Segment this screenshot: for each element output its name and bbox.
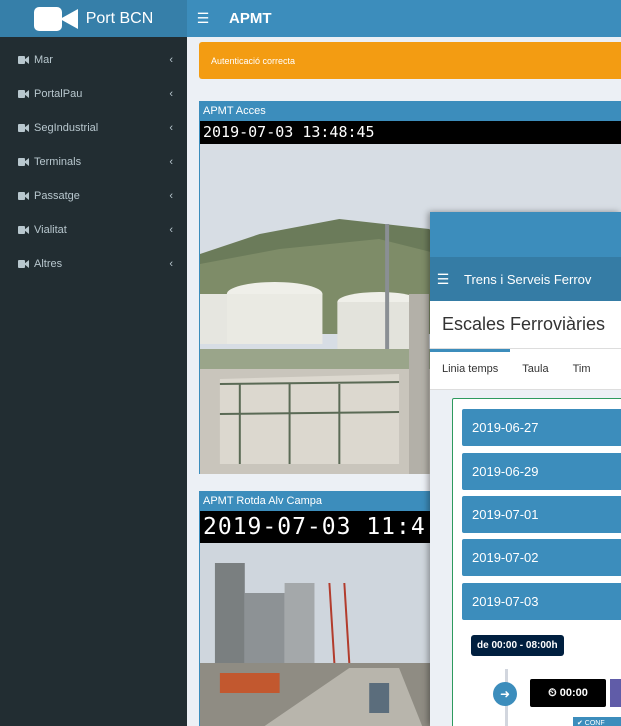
date-row[interactable]: 2019-07-02 xyxy=(462,539,621,576)
overlay-navbar: ☰ Trens i Serveis Ferrov xyxy=(430,257,621,301)
sidebar-item-label: SegIndustrial xyxy=(34,122,99,134)
date-row[interactable]: 2019-06-29 xyxy=(462,453,621,490)
chevron-left-icon: ‹ xyxy=(169,224,173,236)
action-button[interactable] xyxy=(610,679,621,707)
tab-timeline[interactable]: Tim xyxy=(561,349,603,390)
video-camera-icon xyxy=(18,192,29,200)
sidebar-item-altres[interactable]: Altres ‹ xyxy=(0,247,187,281)
sidebar-menu: Mar ‹ PortalPau ‹ SegIndustrial ‹ Termin… xyxy=(0,43,187,281)
hamburger-icon[interactable]: ☰ xyxy=(430,271,456,288)
sidebar-item-segindustrial[interactable]: SegIndustrial ‹ xyxy=(0,111,187,145)
date-row[interactable]: 2019-07-01 xyxy=(462,496,621,533)
sidebar-item-label: Passatge xyxy=(34,190,80,202)
app-root: Port BCN Mar ‹ PortalPau ‹ SegIndustrial… xyxy=(0,0,621,726)
date-row[interactable]: 2019-07-03 xyxy=(462,583,621,620)
brand-title: Port BCN xyxy=(85,9,154,27)
sidebar-item-terminals[interactable]: Terminals ‹ xyxy=(0,145,187,179)
overlay-header xyxy=(430,212,621,257)
sidebar: Port BCN Mar ‹ PortalPau ‹ SegIndustrial… xyxy=(0,0,187,726)
chevron-left-icon: ‹ xyxy=(169,54,173,66)
time-chip: ⏲ 00:00 xyxy=(530,679,606,707)
video-camera-icon xyxy=(18,260,29,268)
time-range-label: de 00:00 - 08:00h xyxy=(471,635,564,656)
chevron-left-icon: ‹ xyxy=(169,258,173,270)
chevron-left-icon: ‹ xyxy=(169,156,173,168)
sidebar-item-mar[interactable]: Mar ‹ xyxy=(0,43,187,77)
sidebar-item-vialitat[interactable]: Vialitat ‹ xyxy=(0,213,187,247)
video-camera-icon xyxy=(18,158,29,166)
sidebar-item-label: Altres xyxy=(34,258,63,270)
success-alert: Autenticació correcta xyxy=(199,42,621,79)
camera-timestamp: 2019-07-03 13:48:45 xyxy=(200,121,621,144)
overlay-app-title: Trens i Serveis Ferrov xyxy=(464,271,592,287)
sidebar-item-label: Terminals xyxy=(34,156,82,168)
video-camera-icon xyxy=(18,226,29,234)
video-camera-icon xyxy=(18,124,29,132)
confirm-button[interactable]: ✔ CONF xyxy=(573,717,621,726)
sidebar-item-passatge[interactable]: Passatge ‹ xyxy=(0,179,187,213)
camera-title: APMT Acces xyxy=(200,102,621,121)
date-row[interactable]: 2019-06-27 xyxy=(462,409,621,446)
sidebar-item-label: PortalPau xyxy=(34,88,83,100)
hamburger-icon[interactable]: ☰ xyxy=(187,10,219,27)
video-camera-icon xyxy=(33,5,78,33)
sidebar-item-label: Mar xyxy=(34,54,53,66)
overlay-page-title: Escales Ferroviàries xyxy=(430,301,621,349)
chevron-left-icon: ‹ xyxy=(169,88,173,100)
page-title: APMT xyxy=(229,10,272,27)
timeline-panel: 2019-06-27 2019-06-29 2019-07-01 2019-07… xyxy=(452,398,621,726)
sidebar-item-label: Vialitat xyxy=(34,224,67,236)
alert-text: Autenticació correcta xyxy=(211,55,296,66)
brand-logo[interactable]: Port BCN xyxy=(0,0,187,37)
tab-linia-temps[interactable]: Linia temps xyxy=(430,348,511,390)
chevron-left-icon: ‹ xyxy=(169,122,173,134)
top-header: ☰ APMT xyxy=(187,0,621,37)
video-camera-icon xyxy=(18,56,29,64)
sidebar-item-portalpau[interactable]: PortalPau ‹ xyxy=(0,77,187,111)
sign-in-icon: ➜ xyxy=(493,682,517,706)
overlay-tabs: Linia temps Taula Tim xyxy=(430,348,621,390)
video-camera-icon xyxy=(18,90,29,98)
chevron-left-icon: ‹ xyxy=(169,190,173,202)
tab-taula[interactable]: Taula xyxy=(510,349,560,390)
